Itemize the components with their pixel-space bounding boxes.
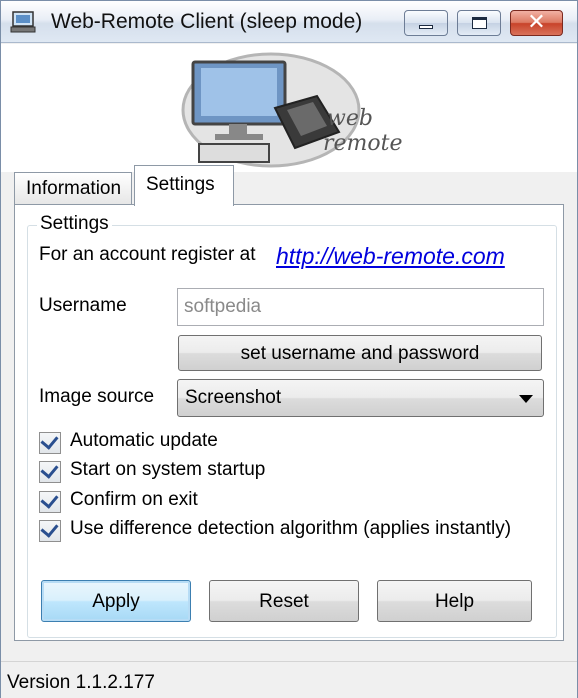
chevron-down-icon: [519, 395, 533, 403]
checkmark-icon: [40, 460, 59, 479]
username-field[interactable]: softpedia: [177, 288, 544, 326]
checkbox-box[interactable]: [39, 431, 61, 454]
image-source-value: Screenshot: [185, 387, 282, 408]
image-source-select[interactable]: Screenshot: [177, 379, 544, 417]
version-text: Version 1.1.2.177: [7, 672, 155, 693]
logo-banner: web remote: [1, 44, 577, 172]
maximize-icon: [472, 17, 487, 29]
settings-group-title: Settings: [37, 213, 112, 235]
app-window: Web-Remote Client (sleep mode) ✕ web rem…: [0, 0, 578, 698]
checkbox-label: Confirm on exit: [70, 489, 198, 510]
username-label: Username: [39, 295, 127, 316]
checkbox-box[interactable]: [39, 519, 61, 542]
tab-settings[interactable]: Settings: [134, 165, 234, 206]
tab-information[interactable]: Information: [14, 172, 132, 205]
maximize-button[interactable]: [457, 10, 501, 36]
close-icon: ✕: [527, 10, 546, 35]
checkmark-icon: [40, 490, 59, 509]
register-link[interactable]: http://web-remote.com: [276, 243, 505, 270]
app-icon: [10, 11, 36, 33]
checkbox-box[interactable]: [39, 460, 61, 483]
help-button[interactable]: Help: [377, 580, 532, 622]
title-bar[interactable]: Web-Remote Client (sleep mode) ✕: [1, 1, 577, 43]
image-source-label: Image source: [39, 386, 155, 407]
logo-text-web: web: [327, 106, 373, 131]
tab-strip: Information Settings: [1, 165, 577, 206]
checkbox-box[interactable]: [39, 490, 61, 513]
window-title: Web-Remote Client (sleep mode): [51, 10, 363, 33]
logo-text-remote: remote: [323, 131, 403, 156]
set-username-password-button[interactable]: set username and password: [178, 335, 542, 371]
apply-button[interactable]: Apply: [41, 580, 191, 622]
register-text: For an account register at: [39, 244, 256, 265]
checkmark-icon: [40, 431, 59, 450]
close-button[interactable]: ✕: [510, 10, 563, 36]
minimize-icon: [419, 25, 433, 29]
checkmark-icon: [40, 519, 59, 538]
reset-button[interactable]: Reset: [209, 580, 359, 622]
minimize-button[interactable]: [404, 10, 448, 36]
checkbox-label: Use difference detection algorithm (appl…: [70, 518, 512, 539]
checkbox-label: Automatic update: [70, 430, 218, 451]
checkbox-label: Start on system startup: [70, 459, 266, 480]
status-bar: Version 1.1.2.177: [1, 661, 577, 698]
